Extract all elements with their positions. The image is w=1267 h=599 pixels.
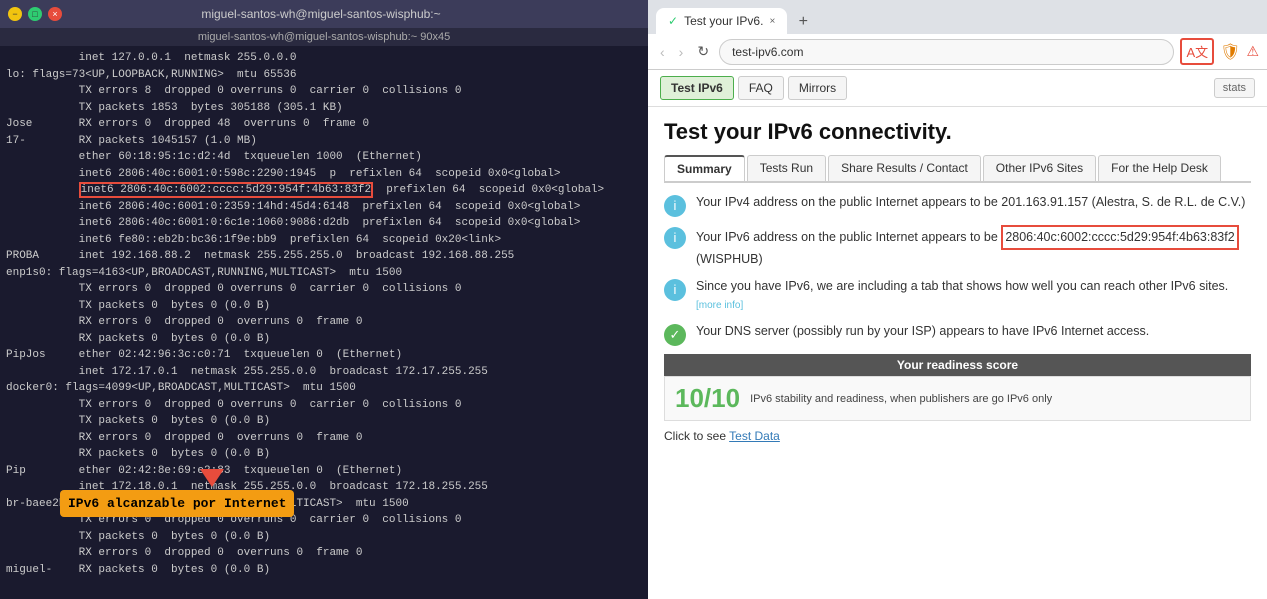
site-nav-tabs: Test IPv6 FAQ Mirrors <box>660 76 847 100</box>
info-icon-1: i <box>664 195 686 217</box>
tab-favicon: ✓ <box>668 14 678 28</box>
info-icon-2: i <box>664 227 686 249</box>
terminal-line: TX errors 0 dropped 0 overruns 0 carrier… <box>6 397 642 414</box>
readiness-text: IPv6 stability and readiness, when publi… <box>750 393 1052 405</box>
terminal-line: RX errors 0 dropped 0 overruns 0 frame 0 <box>6 314 642 331</box>
stats-button[interactable]: stats <box>1214 78 1255 98</box>
address-input[interactable]: test-ipv6.com <box>719 39 1174 65</box>
terminal-line: inet 172.17.0.1 netmask 255.255.0.0 broa… <box>6 364 642 381</box>
tab-share-results[interactable]: Share Results / Contact <box>828 155 981 181</box>
new-tab-button[interactable]: + <box>791 10 815 34</box>
terminal-line: TX packets 1853 bytes 305188 (305.1 KB) <box>6 100 642 117</box>
active-browser-tab[interactable]: ✓ Test your IPv6. × <box>656 8 787 34</box>
terminal-line: inet 127.0.0.1 netmask 255.0.0.0 <box>6 50 642 67</box>
translate-icon[interactable]: A文 <box>1180 38 1214 65</box>
result-row-dns: ✓ Your DNS server (possibly run by your … <box>664 322 1251 346</box>
terminal-line: enp1s0: flags=4163<UP,BROADCAST,RUNNING,… <box>6 265 642 282</box>
site-tab-test-ipv6[interactable]: Test IPv6 <box>660 76 734 100</box>
terminal-line: RX errors 0 dropped 0 overruns 0 frame 0 <box>6 545 642 562</box>
test-data-link[interactable]: Test Data <box>729 429 780 443</box>
result-row-ipv4: i Your IPv4 address on the public Intern… <box>664 193 1251 217</box>
terminal-title: miguel-santos-wh@miguel-santos-wisphub:~ <box>62 7 580 21</box>
terminal-line: RX errors 0 dropped 0 overruns 0 frame 0 <box>6 430 642 447</box>
site-nav: Test IPv6 FAQ Mirrors stats <box>648 70 1267 107</box>
terminal-line: inet6 2806:40c:6001:0:6c1e:1060:9086:d2d… <box>6 215 642 232</box>
test-data-label: Click to see <box>664 429 726 443</box>
window-controls[interactable]: − □ × <box>8 7 62 21</box>
terminal-subtitle: miguel-santos-wh@miguel-santos-wisphub:~… <box>0 28 648 46</box>
terminal-line: ether 60:18:95:1c:d2:4d txqueuelen 1000 … <box>6 149 642 166</box>
more-info-link[interactable]: [more info] <box>696 300 743 311</box>
terminal-line: RX packets 0 bytes 0 (0.0 B) <box>6 446 642 463</box>
terminal-line: inet6 fe80::eb2b:bc36:1f9e:bb9 prefixlen… <box>6 232 642 249</box>
readiness-score: 10/10 <box>675 383 740 414</box>
check-icon: ✓ <box>664 324 686 346</box>
ipv6-address-highlight: 2806:40c:6002:cccc:5d29:954f:4b63:83f2 <box>1001 225 1238 250</box>
page-title: Test your IPv6 connectivity. <box>664 119 1251 145</box>
terminal-titlebar: − □ × miguel-santos-wh@miguel-santos-wis… <box>0 0 648 28</box>
result-text-before: Your IPv6 address on the public Internet… <box>696 230 1001 244</box>
result-text-dns: Your DNS server (possibly run by your IS… <box>696 322 1149 341</box>
maximize-button[interactable]: □ <box>28 7 42 21</box>
terminal-line: PROBA inet 192.168.88.2 netmask 255.255.… <box>6 248 642 265</box>
site-tab-faq[interactable]: FAQ <box>738 76 784 100</box>
tab-summary[interactable]: Summary <box>664 155 745 181</box>
red-arrow <box>200 469 224 487</box>
terminal-line: inet6 2806:40c:6001:0:598c:2290:1945 p r… <box>6 166 642 183</box>
terminal-line: inet6 2806:40c:6002:cccc:5d29:954f:4b63:… <box>6 182 642 199</box>
terminal-line: lo: flags=73<UP,LOOPBACK,RUNNING> mtu 65… <box>6 67 642 84</box>
result-text-after: (WISPHUB) <box>696 252 763 266</box>
readiness-body: 10/10 IPv6 stability and readiness, when… <box>664 376 1251 421</box>
terminal-line: miguel- RX packets 0 bytes 0 (0.0 B) <box>6 562 642 579</box>
browser-content: Test IPv6 FAQ Mirrors stats Test your IP… <box>648 70 1267 599</box>
site-tab-mirrors[interactable]: Mirrors <box>788 76 847 100</box>
terminal-line: inet6 2806:40c:6001:0:2359:14hd:45d4:614… <box>6 199 642 216</box>
terminal-line: Pip ether 02:42:8e:69:e2:83 txqueuelen 0… <box>6 463 642 480</box>
result-row-tabs: i Since you have IPv6, we are including … <box>664 277 1251 315</box>
terminal-line: RX packets 0 bytes 0 (0.0 B) <box>6 331 642 348</box>
extensions-icon: 🛡 <box>1220 42 1240 62</box>
browser-panel: ✓ Test your IPv6. × + ‹ › ↻ test-ipv6.co… <box>648 0 1267 599</box>
terminal-line: TX errors 0 dropped 0 overruns 0 carrier… <box>6 281 642 298</box>
info-icon-3: i <box>664 279 686 301</box>
inner-tabs: Summary Tests Run Share Results / Contac… <box>664 155 1251 183</box>
result-text-ipv4: Your IPv4 address on the public Internet… <box>696 193 1245 212</box>
result-text-tabs: Since you have IPv6, we are including a … <box>696 277 1251 315</box>
page-body: Test your IPv6 connectivity. Summary Tes… <box>648 107 1267 599</box>
annotation-label: IPv6 alcanzable por Internet <box>60 490 294 518</box>
browser-tab-bar: ✓ Test your IPv6. × + <box>648 0 1267 34</box>
terminal-line: TX packets 0 bytes 0 (0.0 B) <box>6 413 642 430</box>
terminal-line: TX packets 0 bytes 0 (0.0 B) <box>6 298 642 315</box>
tab-tests-run[interactable]: Tests Run <box>747 155 826 181</box>
forward-button[interactable]: › <box>675 42 688 62</box>
refresh-button[interactable]: ↻ <box>693 41 713 62</box>
close-button[interactable]: × <box>48 7 62 21</box>
tab-close-button[interactable]: × <box>769 16 775 27</box>
minimize-button[interactable]: − <box>8 7 22 21</box>
address-bar-row: ‹ › ↻ test-ipv6.com A文 🛡 ⚠ <box>648 34 1267 70</box>
tab-other-ipv6[interactable]: Other IPv6 Sites <box>983 155 1096 181</box>
address-text: test-ipv6.com <box>732 45 803 59</box>
result-text-ipv6: Your IPv6 address on the public Internet… <box>696 225 1239 269</box>
terminal-line: PipJos ether 02:42:96:3c:c0:71 txqueuele… <box>6 347 642 364</box>
terminal-line: docker0: flags=4099<UP,BROADCAST,MULTICA… <box>6 380 642 397</box>
terminal-line: Jose RX errors 0 dropped 48 overruns 0 f… <box>6 116 642 133</box>
extensions-icon2: ⚠ <box>1246 43 1259 60</box>
terminal-line: 17- RX packets 1045157 (1.0 MB) <box>6 133 642 150</box>
result-row-ipv6: i Your IPv6 address on the public Intern… <box>664 225 1251 269</box>
tab-help-desk[interactable]: For the Help Desk <box>1098 155 1221 181</box>
back-button[interactable]: ‹ <box>656 42 669 62</box>
terminal-line: TX errors 8 dropped 0 overruns 0 carrier… <box>6 83 642 100</box>
test-data-row: Click to see Test Data <box>664 429 1251 443</box>
terminal-line: TX packets 0 bytes 0 (0.0 B) <box>6 529 642 546</box>
terminal-body[interactable]: inet 127.0.0.1 netmask 255.0.0.0lo: flag… <box>0 46 648 599</box>
readiness-header: Your readiness score <box>664 354 1251 376</box>
terminal-panel: − □ × miguel-santos-wh@miguel-santos-wis… <box>0 0 648 599</box>
tab-title: Test your IPv6. <box>684 14 763 28</box>
